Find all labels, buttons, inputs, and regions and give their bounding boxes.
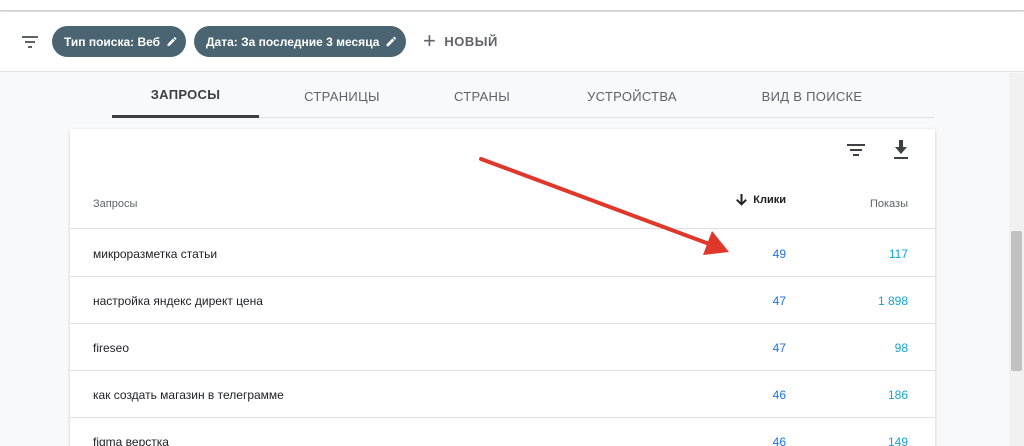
column-header-clicks-label: Клики (753, 194, 786, 206)
clicks-cell: 47 (772, 341, 786, 355)
new-filter-label: НОВЫЙ (444, 33, 498, 49)
column-header-clicks[interactable]: Клики (736, 194, 786, 206)
plus-icon: + (423, 28, 437, 53)
impressions-cell: 149 (887, 435, 908, 446)
clicks-cell: 46 (772, 388, 786, 402)
query-cell: микроразметка статьи (93, 247, 218, 261)
chip-date[interactable]: Дата: За последние 3 месяца (194, 26, 406, 57)
scrollbar-thumb[interactable] (1011, 231, 1022, 371)
impressions-cell: 117 (888, 247, 908, 261)
clicks-cell: 49 (772, 247, 786, 261)
query-cell: fireseo (93, 341, 130, 355)
top-bar (0, 0, 1024, 11)
tab-search-appearance[interactable]: ВИД В ПОИСКЕ (742, 74, 882, 118)
impressions-cell: 186 (887, 388, 908, 402)
chip-search-type[interactable]: Тип поиска: Веб (52, 26, 186, 57)
chip-label: Тип поиска: Веб (64, 34, 161, 49)
download-icon[interactable] (893, 140, 909, 165)
clicks-cell: 46 (772, 435, 786, 446)
queries-table-card: Запросы Клики Показы микроразметка стать… (70, 129, 935, 446)
table-row[interactable]: как создать магазин в телеграмме 46 186 (70, 371, 935, 418)
chip-label: Дата: За последние 3 месяца (206, 34, 380, 49)
table-row[interactable]: figma верстка 46 149 (70, 418, 935, 446)
column-header-queries[interactable]: Запросы (93, 198, 137, 210)
tabs-bar: ЗАПРОСЫ СТРАНИЦЫ СТРАНЫ УСТРОЙСТВА ВИД В… (112, 74, 934, 118)
impressions-cell: 98 (894, 341, 908, 355)
pencil-icon (167, 37, 177, 46)
filter-bar: Тип поиска: Веб Дата: За последние 3 мес… (0, 12, 1024, 72)
impressions-cell: 1 898 (877, 294, 908, 308)
table-row[interactable]: микроразметка статьи 49 117 (70, 230, 935, 277)
new-filter-button[interactable]: + НОВЫЙ (423, 28, 498, 53)
column-header-impressions[interactable]: Показы (870, 198, 908, 210)
query-cell: figma верстка (93, 435, 169, 446)
tab-countries[interactable]: СТРАНЫ (432, 74, 532, 118)
query-cell: как создать магазин в телеграмме (93, 388, 284, 402)
query-cell: настройка яндекс директ цена (93, 294, 263, 308)
tab-queries[interactable]: ЗАПРОСЫ (112, 74, 259, 118)
table-row[interactable]: fireseo 47 98 (70, 324, 935, 371)
filter-icon[interactable] (21, 33, 39, 49)
table-filter-icon[interactable] (847, 143, 865, 162)
table-header: Запросы Клики Показы (70, 181, 935, 229)
table-row[interactable]: настройка яндекс директ цена 47 1 898 (70, 277, 935, 324)
pencil-icon (386, 36, 397, 47)
clicks-cell: 47 (772, 294, 786, 308)
arrow-down-icon (736, 194, 748, 206)
tab-devices[interactable]: УСТРОЙСТВА (572, 74, 692, 118)
tab-pages[interactable]: СТРАНИЦЫ (282, 74, 402, 118)
